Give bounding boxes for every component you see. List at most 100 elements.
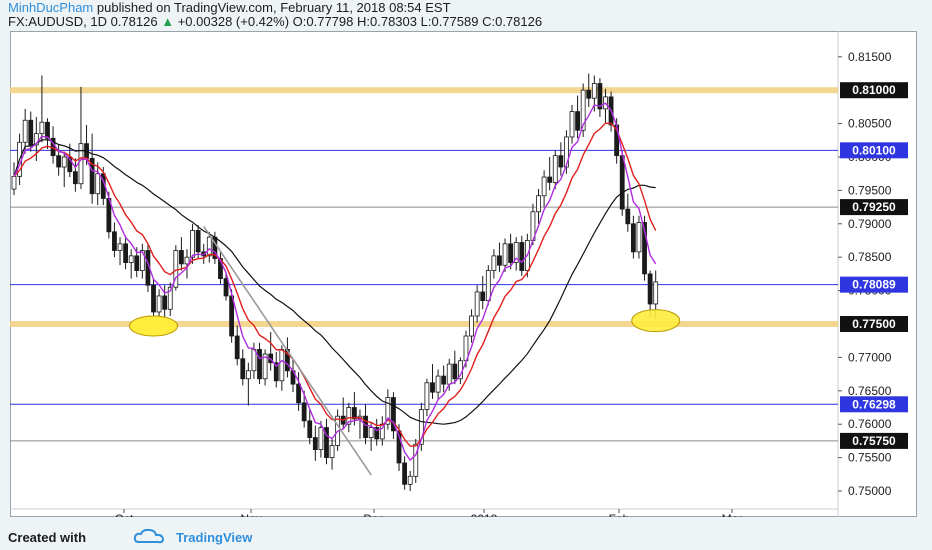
candle-body xyxy=(474,291,480,317)
price-tick-label: 0.76500 xyxy=(848,384,892,398)
price-tick-label: 0.78500 xyxy=(848,250,892,264)
candle-body xyxy=(430,382,435,393)
level-price-tag-label: 0.79250 xyxy=(852,200,896,214)
candle-body xyxy=(156,295,162,313)
price-tick-label: 0.76000 xyxy=(848,417,892,431)
candle-body xyxy=(368,427,374,438)
created-with-label: Created with xyxy=(8,530,87,545)
tradingview-brand[interactable]: TradingView xyxy=(176,530,252,545)
header-line-2: FX:AUDUSD, 1D 0.78126 ▲ +0.00328 (+0.42%… xyxy=(8,14,542,29)
author-link[interactable]: MinhDucPham xyxy=(8,0,93,15)
candle-body xyxy=(257,348,262,380)
candle-body xyxy=(558,155,564,168)
candle-body xyxy=(329,445,335,458)
price-tick-label: 0.75000 xyxy=(848,484,892,498)
candle-body xyxy=(78,143,84,185)
candle-body xyxy=(469,315,474,337)
candle-body xyxy=(95,173,101,195)
level-price-tag-label: 0.81000 xyxy=(852,83,896,97)
candle-body xyxy=(480,291,486,302)
price-tick-label: 0.77000 xyxy=(848,350,892,364)
slow-moving-average-line xyxy=(13,139,656,425)
price-tick-label: 0.80500 xyxy=(848,117,892,131)
price-chart[interactable]: 0.815000.805000.800000.795000.790000.785… xyxy=(10,31,917,517)
chart-header: MinhDucPham published on TradingView.com… xyxy=(0,0,932,30)
candle-body xyxy=(435,375,441,393)
candle-body xyxy=(636,222,642,253)
candle-body xyxy=(61,156,67,168)
time-tick-label: 2018 xyxy=(471,512,498,517)
header-line-1: MinhDucPham published on TradingView.com… xyxy=(8,0,451,15)
candle-body xyxy=(586,89,592,99)
candle-body xyxy=(441,375,447,385)
candle-body xyxy=(541,176,547,197)
candle-body xyxy=(485,270,491,302)
candle-body xyxy=(569,111,575,138)
level-price-tag-label: 0.78089 xyxy=(852,278,896,292)
symbol-label: FX:AUDUSD, 1D xyxy=(8,14,107,29)
candle-body xyxy=(296,383,301,404)
candle-body xyxy=(619,155,625,210)
time-tick-label: Feb xyxy=(609,512,630,517)
candle-body xyxy=(363,415,368,438)
candle-body xyxy=(552,155,558,183)
candle-body xyxy=(536,195,541,213)
candle-body xyxy=(312,437,318,450)
candle-body xyxy=(251,348,257,372)
candle-body xyxy=(307,420,313,438)
high-value: H:0.78303 xyxy=(357,14,417,29)
last-price: 0.78126 xyxy=(110,14,158,29)
candle-body xyxy=(240,358,246,380)
candle-body xyxy=(128,255,134,263)
candle-body xyxy=(407,475,413,485)
candle-body xyxy=(190,230,195,258)
trendline[interactable] xyxy=(203,226,372,476)
footer: Created with TradingView xyxy=(0,524,932,550)
candle-body xyxy=(318,427,324,450)
low-value: L:0.77589 xyxy=(420,14,479,29)
published-text: published on TradingView.com, February 1… xyxy=(96,0,451,15)
support-resistance-zone xyxy=(10,87,838,94)
price-tick-label: 0.81500 xyxy=(848,50,892,64)
level-price-tag-label: 0.77500 xyxy=(852,317,896,331)
candle-body xyxy=(630,223,636,253)
candle-body xyxy=(245,370,251,380)
price-tick-label: 0.75500 xyxy=(848,451,892,465)
candle-body xyxy=(39,121,45,135)
candle-body xyxy=(223,278,229,297)
open-value: O:0.77798 xyxy=(292,14,354,29)
candle-body xyxy=(547,176,553,183)
candle-body xyxy=(508,243,514,263)
candle-body xyxy=(206,236,212,257)
candle-body xyxy=(195,230,201,253)
candle-body xyxy=(11,175,17,190)
time-tick-label: Mar xyxy=(722,512,743,517)
time-tick-label: Dec xyxy=(363,512,384,517)
close-value: C:0.78126 xyxy=(482,14,543,29)
price-tick-label: 0.79500 xyxy=(848,183,892,197)
candle-body xyxy=(162,295,168,310)
candle-body xyxy=(301,402,307,422)
candle-body xyxy=(22,119,28,143)
candle-body xyxy=(591,83,597,99)
candle-body xyxy=(402,462,408,485)
candle-body xyxy=(497,255,502,266)
candle-body xyxy=(446,363,452,385)
level-price-tag-label: 0.76298 xyxy=(852,397,896,411)
time-tick-label: Oct xyxy=(115,512,134,517)
time-tick-label: Nov xyxy=(240,512,261,517)
candle-body xyxy=(178,250,184,265)
candle-body xyxy=(134,255,140,271)
highlight-ellipse xyxy=(129,315,178,337)
level-price-tag-label: 0.80100 xyxy=(852,143,896,157)
candle-body xyxy=(653,281,659,305)
candle-body xyxy=(625,208,631,225)
price-change: +0.00328 (+0.42%) xyxy=(177,14,290,29)
candle-body xyxy=(575,111,580,131)
level-price-tag-label: 0.75750 xyxy=(852,434,896,448)
candle-body xyxy=(56,155,62,168)
up-arrow-icon: ▲ xyxy=(161,14,175,29)
candle-body xyxy=(112,231,117,251)
candle-body xyxy=(184,256,190,265)
tradingview-cloud-icon xyxy=(133,528,165,544)
